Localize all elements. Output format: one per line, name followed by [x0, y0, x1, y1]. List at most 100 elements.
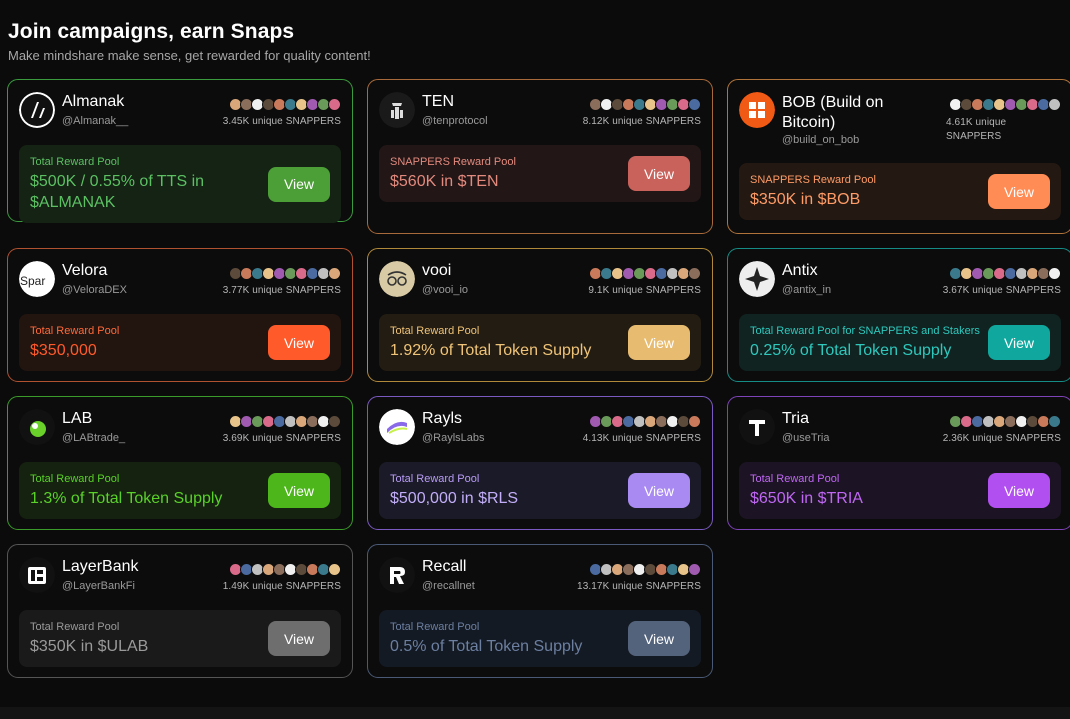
campaign-handle: @antix_in [782, 284, 832, 296]
snapper-avatars [229, 563, 341, 576]
reward-pool: Total Reward Pool $500K / 0.55% of TTS in… [19, 145, 341, 223]
pool-value: 1.3% of Total Token Supply [30, 490, 223, 507]
reward-pool: Total Reward Pool 1.3% of Total Token Sup… [19, 462, 341, 519]
campaign-handle: @LABtrade_ [62, 432, 126, 444]
avatar [328, 267, 341, 280]
card-header: Antix @antix_in 3.67K unique SNAPPERS [739, 260, 1061, 300]
campaign-card-tria[interactable]: Tria @useTria 2.36K unique SNAPPERS Total R… [727, 396, 1070, 530]
avatar [688, 98, 701, 111]
view-button[interactable]: View [628, 325, 690, 360]
campaign-name: LAB [62, 410, 93, 427]
snappers-count: 4.61K unique SNAPPERS [946, 117, 1007, 142]
view-button[interactable]: View [268, 621, 330, 656]
snapper-avatars [949, 267, 1061, 280]
campaign-name: TEN [422, 93, 454, 110]
campaign-handle: @RaylsLabs [422, 432, 485, 444]
campaign-handle: @tenprotocol [422, 115, 488, 127]
campaign-card-velora[interactable]: Spar Velora @VeloraDEX 3.77K unique SNAPPER… [7, 248, 353, 382]
snappers-count: 4.13K unique SNAPPERS [582, 433, 701, 444]
avatar [1048, 267, 1061, 280]
page-subtitle: Make mindshare make sense, get rewarded … [8, 48, 371, 63]
recall-logo-icon [379, 557, 415, 593]
snappers-count: 3.77K unique SNAPPERS [222, 285, 341, 296]
view-button[interactable]: View [268, 473, 330, 508]
tria-logo-icon [739, 409, 775, 445]
card-header: Rayls @RaylsLabs 4.13K unique SNAPPERS [379, 408, 701, 448]
snapper-avatars [589, 415, 701, 428]
snappers-count: 3.69K unique SNAPPERS [222, 433, 341, 444]
campaign-name: Antix [782, 262, 818, 279]
campaign-card-rayls[interactable]: Rayls @RaylsLabs 4.13K unique SNAPPERS Tota… [367, 396, 713, 530]
snappers-count: 2.36K unique SNAPPERS [942, 433, 1061, 444]
snappers-count: 3.45K unique SNAPPERS [222, 116, 341, 127]
snappers-count: 13.17K unique SNAPPERS [577, 581, 701, 592]
velora-logo-icon: Spar [19, 261, 55, 297]
avatar [688, 415, 701, 428]
campaign-card-almanak[interactable]: Almanak @Almanak__ 3.45K unique SNAPPERS To… [7, 79, 353, 223]
snappers-count: 1.49K unique SNAPPERS [222, 581, 341, 592]
pool-value: $350K in $BOB [750, 191, 861, 208]
campaign-card-ten[interactable]: TEN @tenprotocol 8.12K unique SNAPPERS SNAP… [367, 79, 713, 234]
snappers-count: 9.1K unique SNAPPERS [588, 285, 701, 296]
campaign-card-antix[interactable]: Antix @antix_in 3.67K unique SNAPPERS Total… [727, 248, 1070, 382]
view-button[interactable]: View [988, 325, 1050, 360]
pool-label: Total Reward Pool [30, 621, 120, 633]
lab-logo-icon [19, 409, 55, 445]
campaign-card-lab[interactable]: LAB @LABtrade_ 3.69K unique SNAPPERS Total … [7, 396, 353, 530]
pool-label: Total Reward Pool [390, 473, 480, 485]
campaign-name: Almanak [62, 93, 125, 110]
snapper-avatars [589, 267, 701, 280]
card-header: TEN @tenprotocol 8.12K unique SNAPPERS [379, 91, 701, 131]
card-header: Tria @useTria 2.36K unique SNAPPERS [739, 408, 1061, 448]
reward-pool: Total Reward Pool $350,000 View [19, 314, 341, 371]
view-button[interactable]: View [988, 174, 1050, 209]
avatar [1048, 98, 1061, 111]
layerbank-logo-icon [19, 557, 55, 593]
vooi-logo-icon [379, 261, 415, 297]
campaign-card-vooi[interactable]: vooi @vooi_io 9.1K unique SNAPPERS Total Re… [367, 248, 713, 382]
almanak-logo-icon [19, 92, 55, 128]
reward-pool: Total Reward Pool $500,000 in $RLS View [379, 462, 701, 519]
campaign-handle: @LayerBankFi [62, 580, 135, 592]
view-button[interactable]: View [628, 621, 690, 656]
view-button[interactable]: View [628, 473, 690, 508]
pool-label: Total Reward Pool [390, 325, 480, 337]
campaign-handle: @VeloraDEX [62, 284, 127, 296]
card-header: vooi @vooi_io 9.1K unique SNAPPERS [379, 260, 701, 300]
view-button[interactable]: View [268, 325, 330, 360]
campaign-handle: @vooi_io [422, 284, 469, 296]
avatar [688, 267, 701, 280]
view-button[interactable]: View [628, 156, 690, 191]
pool-label: Total Reward Pool for SNAPPERS and Stake… [750, 325, 980, 337]
snappers-count: 3.67K unique SNAPPERS [942, 285, 1061, 296]
pool-label: Total Reward Pool [30, 156, 120, 168]
avatar [328, 563, 341, 576]
snapper-avatars [949, 415, 1061, 428]
card-header: LayerBank @LayerBankFi 1.49K unique SNAPPE… [19, 556, 341, 596]
pool-label: Total Reward Pool [390, 621, 480, 633]
card-header: BOB (Build on Bitcoin) @build_on_bob 4.61K… [739, 91, 1061, 146]
campaign-name: BOB (Build on Bitcoin) [782, 94, 884, 131]
pool-value: $350,000 [30, 342, 97, 359]
campaign-card-recall[interactable]: Recall @recallnet 13.17K unique SNAPPERS To… [367, 544, 713, 678]
campaign-handle: @useTria [782, 432, 830, 444]
card-header: Spar Velora @VeloraDEX 3.77K unique SNAPPER… [19, 260, 341, 300]
campaign-card-layerbank[interactable]: LayerBank @LayerBankFi 1.49K unique SNAPPE… [7, 544, 353, 678]
pool-value: $560K in $TEN [390, 173, 499, 190]
avatar [688, 563, 701, 576]
view-button[interactable]: View [268, 166, 330, 202]
campaign-handle: @recallnet [422, 580, 475, 592]
pool-value: 0.5% of Total Token Supply [390, 638, 583, 655]
pool-value: $650K in $TRIA [750, 490, 863, 507]
campaign-name: Recall [422, 558, 467, 575]
view-button[interactable]: View [988, 473, 1050, 508]
snapper-avatars [229, 98, 341, 111]
bottom-bar [0, 707, 1070, 719]
campaign-card-bob[interactable]: BOB (Build on Bitcoin) @build_on_bob 4.61K… [727, 79, 1070, 234]
snapper-avatars [949, 98, 1061, 111]
reward-pool: SNAPPERS Reward Pool $350K in $BOB View [739, 163, 1061, 220]
avatar [328, 415, 341, 428]
snapper-avatars [589, 563, 701, 576]
pool-label: Total Reward Pool [30, 473, 120, 485]
rayls-logo-icon [379, 409, 415, 445]
